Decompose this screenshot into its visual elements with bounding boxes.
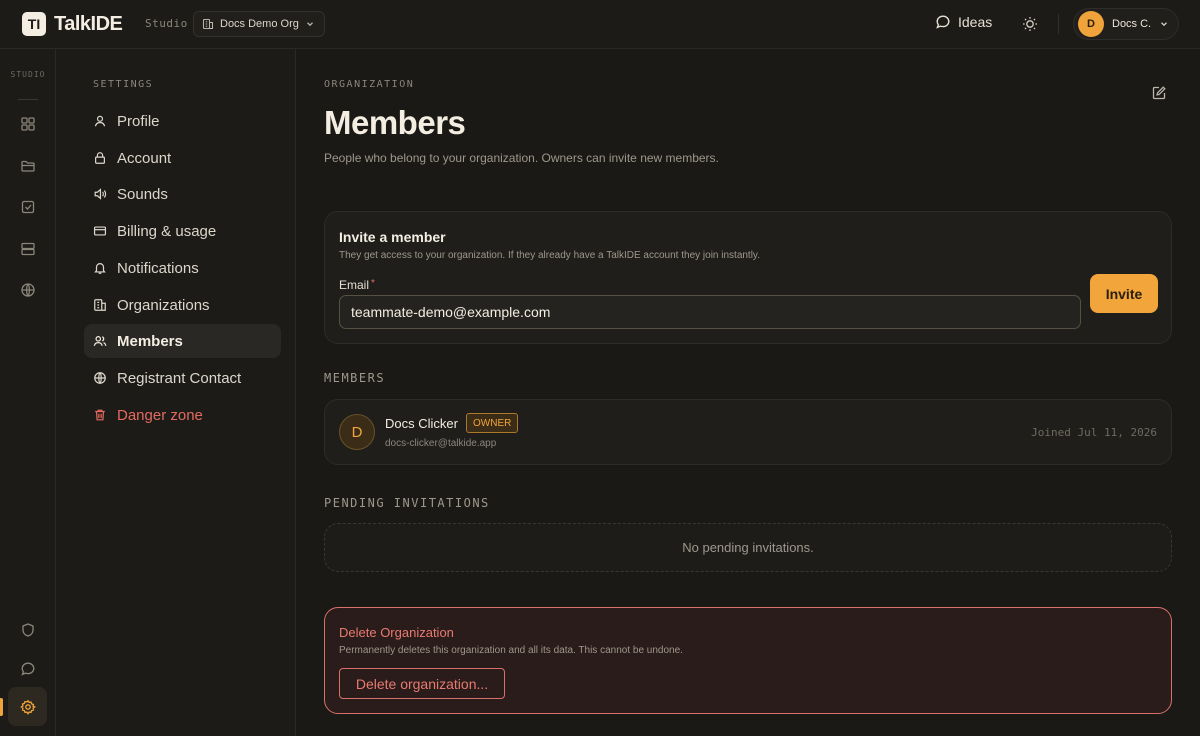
grid-icon[interactable] <box>18 114 38 134</box>
server-icon[interactable] <box>18 239 38 259</box>
logo-mark: TI <box>22 12 46 36</box>
member-name: Docs Clicker <box>385 416 458 431</box>
ideas-label: Ideas <box>958 14 993 30</box>
org-name: Docs Demo Org <box>220 18 299 30</box>
sidebar-item-sounds[interactable]: Sounds <box>84 177 281 211</box>
top-bar: TI TalkIDE Studio Docs Demo Org Ideas D … <box>0 0 1200 49</box>
shield-icon[interactable] <box>18 620 38 640</box>
app-name: TalkIDE <box>54 12 123 35</box>
sidebar-item-profile[interactable]: Profile <box>84 104 281 138</box>
org-switcher[interactable]: Docs Demo Org <box>193 11 325 37</box>
settings-heading: SETTINGS <box>93 79 154 90</box>
sidebar-item-organizations[interactable]: Organizations <box>84 288 281 322</box>
member-row: D Docs Clicker OWNER docs-clicker@talkid… <box>324 399 1172 465</box>
edit-icon[interactable] <box>1151 85 1167 101</box>
members-heading: MEMBERS <box>324 371 386 385</box>
email-label: Email * <box>339 278 375 292</box>
sidebar-item-label: Members <box>117 332 183 350</box>
invite-subtitle: They get access to your organization. If… <box>339 250 760 261</box>
card-icon <box>93 226 107 236</box>
sidebar-item-label: Billing & usage <box>117 222 217 240</box>
invite-member-card: Invite a member They get access to your … <box>324 211 1172 344</box>
chevron-down-icon <box>1161 22 1168 27</box>
user-name: Docs C. <box>1112 18 1152 30</box>
pending-invitations-heading: PENDING INVITATIONS <box>324 496 490 510</box>
sidebar-item-label: Account <box>117 149 172 167</box>
sun-icon <box>1023 17 1037 31</box>
rail-active-indicator <box>0 698 3 716</box>
invite-button[interactable]: Invite <box>1090 274 1158 313</box>
globe-icon <box>94 372 106 384</box>
sidebar-item-registrant-contact[interactable]: Registrant Contact <box>84 361 281 395</box>
user-menu-button[interactable]: D Docs C. <box>1073 8 1179 40</box>
page-eyebrow: ORGANIZATION <box>324 79 415 90</box>
sidebar-item-billing[interactable]: Billing & usage <box>84 214 281 248</box>
main-content: ORGANIZATION Members People who belong t… <box>296 49 1200 736</box>
delete-organization-card: Delete Organization Permanently deletes … <box>324 607 1172 714</box>
workspace-label: Studio <box>145 17 188 30</box>
icon-rail: STUDIO <box>0 49 56 736</box>
users-icon <box>93 336 107 346</box>
sidebar-item-label: Notifications <box>117 259 199 277</box>
member-joined-date: Joined Jul 11, 2026 <box>1031 426 1157 439</box>
sidebar-item-notifications[interactable]: Notifications <box>84 251 281 285</box>
rail-label: STUDIO <box>10 70 46 79</box>
chevron-down-icon <box>306 22 313 27</box>
page-description: People who belong to your organization. … <box>324 151 719 165</box>
danger-subtitle: Permanently deletes this organization an… <box>339 645 683 656</box>
settings-rail-button[interactable] <box>8 687 47 726</box>
folder-icon[interactable] <box>18 156 38 176</box>
sidebar-item-label: Danger zone <box>117 406 203 424</box>
sidebar-item-danger-zone[interactable]: Danger zone <box>84 398 281 432</box>
header-divider <box>1058 14 1059 34</box>
globe-icon[interactable] <box>18 280 38 300</box>
ideas-button[interactable]: Ideas <box>935 14 992 30</box>
pending-invitations-empty: No pending invitations. <box>324 523 1172 572</box>
speaker-icon <box>94 188 107 200</box>
danger-title: Delete Organization <box>339 625 454 640</box>
building-icon <box>94 299 106 311</box>
user-icon <box>94 115 106 127</box>
lock-icon <box>95 152 105 164</box>
avatar: D <box>1078 11 1104 37</box>
sidebar-item-account[interactable]: Account <box>84 141 281 175</box>
chat-bubble-icon <box>936 15 950 29</box>
chat-icon[interactable] <box>18 659 38 679</box>
email-field[interactable] <box>339 295 1081 329</box>
sidebar-item-label: Registrant Contact <box>117 369 242 387</box>
settings-sidebar: SETTINGS Profile Account Sounds Billing … <box>56 49 296 736</box>
theme-toggle-button[interactable] <box>1020 14 1040 34</box>
building-icon <box>202 18 214 30</box>
sidebar-item-members[interactable]: Members <box>84 324 281 358</box>
page-title: Members <box>324 104 466 141</box>
required-mark: * <box>371 278 375 289</box>
sidebar-item-label: Profile <box>117 112 160 130</box>
avatar: D <box>339 414 375 450</box>
sidebar-item-label: Sounds <box>117 185 168 203</box>
email-label-text: Email <box>339 278 370 292</box>
member-email: docs-clicker@talkide.app <box>385 438 497 449</box>
checkbox-icon[interactable] <box>18 197 38 217</box>
rail-divider <box>18 99 38 100</box>
trash-icon <box>95 409 105 421</box>
app-logo[interactable]: TI TalkIDE <box>22 12 123 36</box>
delete-organization-button[interactable]: Delete organization... <box>339 668 505 699</box>
invite-title: Invite a member <box>339 229 446 245</box>
role-badge: OWNER <box>466 413 519 433</box>
bell-icon <box>94 263 106 274</box>
sidebar-item-label: Organizations <box>117 296 210 314</box>
gear-icon <box>19 699 36 715</box>
